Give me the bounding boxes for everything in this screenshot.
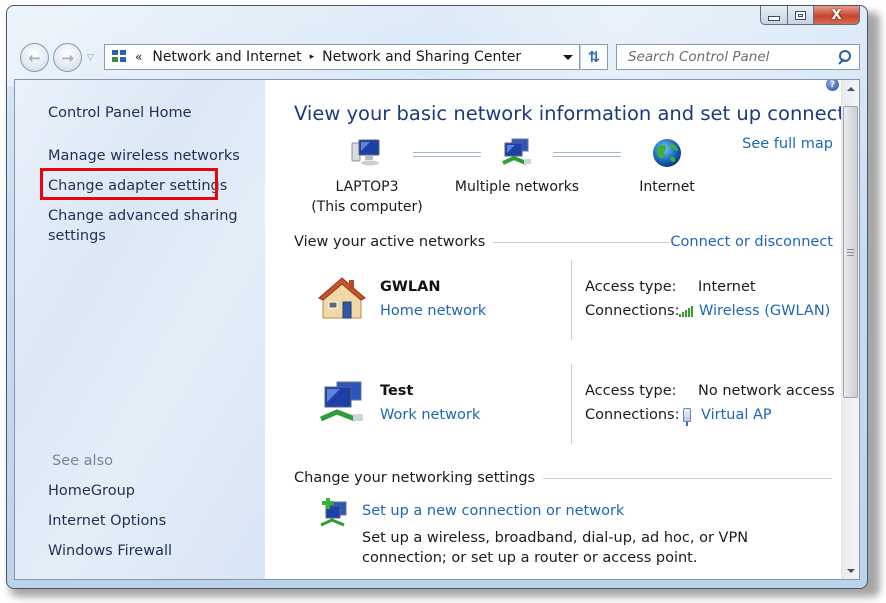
caption-buttons: X <box>760 6 860 26</box>
arrow-down-icon <box>846 568 855 573</box>
maximize-icon <box>795 10 806 20</box>
breadcrumb-network-and-sharing-center[interactable]: Network and Sharing Center <box>322 49 521 65</box>
network-adapter-icon <box>683 408 691 426</box>
map-connector <box>553 152 621 157</box>
vertical-scrollbar[interactable] <box>841 80 859 579</box>
setup-new-connection-description: Set up a wireless, broadband, dial-up, a… <box>362 530 749 566</box>
grip-icon <box>847 248 854 256</box>
access-type-label: Access type: <box>585 279 677 295</box>
computer-sub: (This computer) <box>311 199 423 215</box>
network-type-link[interactable]: Home network <box>380 303 486 319</box>
help-icon[interactable]: ? <box>826 80 839 91</box>
forward-button[interactable]: → <box>53 43 82 72</box>
search-icon[interactable] <box>837 50 851 64</box>
scroll-down-button[interactable] <box>842 562 859 579</box>
network-type-link[interactable]: Work network <box>380 407 480 423</box>
main-content: ? View your basic network information an… <box>265 80 859 579</box>
link-line-1: Change advanced sharing <box>48 208 238 224</box>
maximize-button[interactable] <box>787 6 813 25</box>
link-line-2: settings <box>48 228 106 244</box>
computer-name: LAPTOP3 <box>335 179 399 195</box>
arrow-right-icon: → <box>61 48 74 67</box>
client-area: Control Panel Home Manage wireless netwo… <box>14 79 860 580</box>
close-button[interactable]: X <box>813 6 860 25</box>
connection-entry: Wireless (GWLAN) <box>679 303 830 319</box>
page-title: View your basic network information and … <box>294 102 860 125</box>
refresh-button[interactable]: ⇅ <box>580 44 608 70</box>
minimize-icon <box>768 15 780 21</box>
internet-options-link[interactable]: Internet Options <box>48 511 166 531</box>
task-pane: Control Panel Home Manage wireless netwo… <box>15 80 265 579</box>
access-type-label: Access type: <box>585 383 677 399</box>
connections-label: Connections: <box>585 303 680 319</box>
breadcrumb-network-and-internet[interactable]: Network and Internet <box>152 49 301 65</box>
search-input[interactable] <box>626 48 830 66</box>
highlight-box <box>40 168 218 200</box>
connections-label: Connections: <box>585 407 680 423</box>
minimize-button[interactable] <box>760 6 787 25</box>
search-box[interactable] <box>616 44 860 70</box>
change-settings-header: Change your networking settings <box>294 470 832 486</box>
new-connection-icon[interactable] <box>318 498 350 528</box>
access-type-value: No network access <box>698 383 835 399</box>
globe-icon <box>653 139 681 167</box>
networks-name: Multiple networks <box>454 179 580 195</box>
network-name: GWLAN <box>380 279 441 295</box>
address-dropdown-icon[interactable] <box>563 54 573 60</box>
map-node-networks[interactable]: Multiple networks <box>451 137 583 197</box>
control-panel-home-link[interactable]: Control Panel Home <box>48 103 192 123</box>
windows-firewall-link[interactable]: Windows Firewall <box>48 541 172 561</box>
manage-wireless-networks-link[interactable]: Manage wireless networks <box>48 146 240 166</box>
homegroup-link[interactable]: HomeGroup <box>48 481 135 501</box>
work-network-icon[interactable] <box>319 380 369 424</box>
change-settings-title: Change your networking settings <box>294 470 536 486</box>
connect-or-disconnect-link[interactable]: Connect or disconnect <box>670 234 833 250</box>
network-center-icon <box>111 49 127 65</box>
wireless-signal-icon <box>679 305 693 317</box>
access-type-value: Internet <box>698 279 756 295</box>
breadcrumb-separator[interactable]: ▸ <box>310 52 315 62</box>
close-icon: X <box>831 7 842 23</box>
network-name: Test <box>380 383 414 399</box>
back-button[interactable]: ← <box>20 43 49 72</box>
breadcrumb-overflow[interactable]: « <box>135 50 142 64</box>
map-node-internet[interactable]: Internet <box>621 137 713 197</box>
see-also-heading: See also <box>52 453 113 469</box>
explorer-window: X ← → ▽ « Network and Internet ▸ Network… <box>6 5 868 589</box>
scroll-thumb[interactable] <box>843 106 858 398</box>
active-networks-title: View your active networks <box>294 234 486 250</box>
see-full-map-link[interactable]: See full map <box>742 136 833 152</box>
map-node-computer[interactable]: LAPTOP3 (This computer) <box>307 137 427 217</box>
internet-name: Internet <box>639 179 695 195</box>
arrow-left-icon: ← <box>28 48 41 67</box>
scroll-up-button[interactable] <box>842 80 859 97</box>
setup-new-connection-link[interactable]: Set up a new connection or network <box>362 503 624 519</box>
virtual-ap-link[interactable]: Virtual AP <box>701 407 772 423</box>
recent-pages-dropdown[interactable]: ▽ <box>87 53 94 63</box>
home-network-icon[interactable] <box>317 276 367 320</box>
chevron-down-icon: ▽ <box>87 53 94 63</box>
refresh-icon: ⇅ <box>587 48 601 66</box>
wireless-connection-link[interactable]: Wireless (GWLAN) <box>699 303 830 319</box>
address-bar[interactable]: « Network and Internet ▸ Network and Sha… <box>104 44 580 70</box>
arrow-up-icon <box>846 86 855 91</box>
change-advanced-sharing-settings-link[interactable]: Change advanced sharing settings <box>48 206 238 246</box>
computer-icon <box>351 139 380 166</box>
multiple-networks-icon <box>502 138 531 165</box>
connection-entry: Virtual AP <box>681 407 772 426</box>
active-networks-header: View your active networks <box>294 234 669 250</box>
